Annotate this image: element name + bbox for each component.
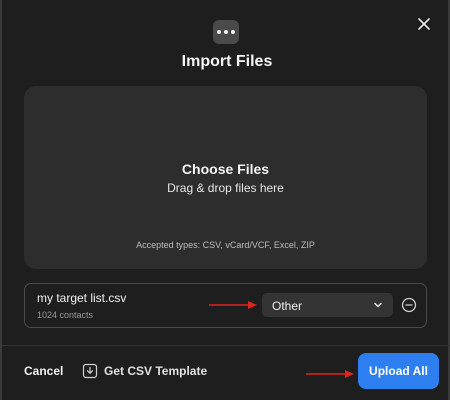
download-icon [82, 363, 98, 379]
modal-title: Import Files [181, 53, 273, 70]
file-contact-count: 1024 contacts [37, 310, 94, 320]
remove-file-button[interactable] [401, 297, 417, 313]
annotation-arrow-icon [306, 370, 354, 378]
more-options-button[interactable] [213, 20, 239, 44]
import-files-modal: Import Files Choose Files Drag & drop fi… [0, 0, 450, 400]
cancel-button[interactable]: Cancel [24, 364, 63, 378]
file-name: my target list.csv [37, 291, 127, 305]
get-csv-template-label: Get CSV Template [104, 364, 208, 378]
file-dropzone[interactable]: Choose Files Drag & drop files here Acce… [24, 86, 427, 269]
more-horizontal-icon [217, 30, 221, 34]
file-type-select[interactable]: Other [262, 293, 393, 317]
choose-files-label: Choose Files [181, 161, 270, 177]
more-dot [231, 30, 235, 34]
minus-circle-icon [401, 297, 417, 313]
footer-divider [2, 345, 450, 346]
chevron-down-icon [374, 302, 382, 308]
upload-all-button[interactable]: Upload All [358, 353, 439, 389]
get-csv-template-button[interactable]: Get CSV Template [82, 362, 207, 380]
more-dot [224, 30, 228, 34]
close-icon [418, 18, 430, 30]
accepted-types-text: Accepted types: CSV, vCard/VCF, Excel, Z… [136, 240, 315, 250]
file-row: my target list.csv 1024 contacts Other [24, 283, 427, 328]
close-button[interactable] [414, 14, 434, 34]
file-type-value: Other [272, 299, 303, 313]
annotation-arrow-icon [209, 301, 257, 309]
drag-drop-hint: Drag & drop files here [167, 181, 284, 195]
